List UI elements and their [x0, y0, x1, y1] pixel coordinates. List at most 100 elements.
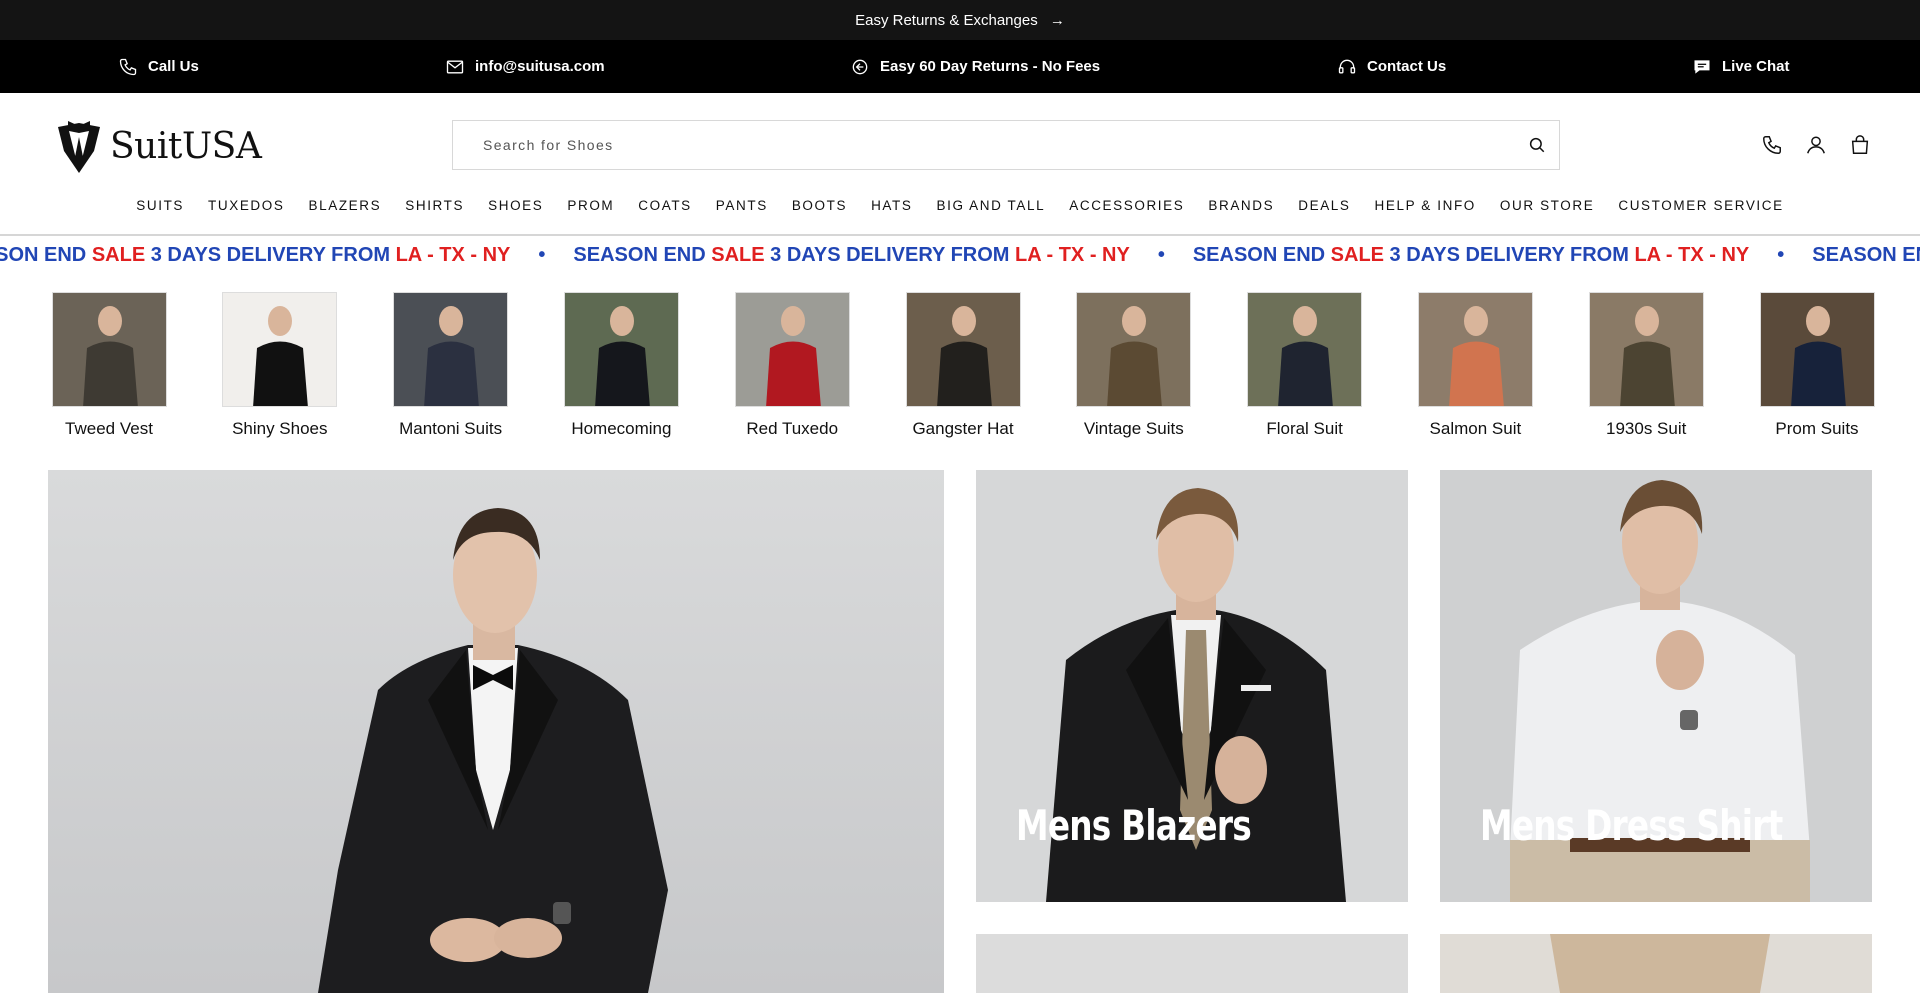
search-icon	[1529, 137, 1545, 153]
category-thumbnail	[905, 292, 1021, 407]
mens-blazers-title: Mens Blazers	[1016, 801, 1252, 850]
search-button[interactable]	[1515, 121, 1559, 169]
category-label: Tweed Vest	[65, 419, 153, 438]
nav-item-accessories[interactable]: ACCESSORIES	[1057, 196, 1196, 216]
lower-left-tile[interactable]	[976, 934, 1408, 993]
category-salmon-suit[interactable]: Salmon Suit	[1390, 292, 1560, 439]
category-prom-suits[interactable]: Prom Suits	[1732, 292, 1902, 439]
nav-item-prom[interactable]: PROM	[555, 196, 626, 216]
hero-tuxedo-tile[interactable]	[48, 470, 944, 993]
email-link[interactable]: info@suitusa.com	[445, 40, 605, 93]
contact-us-link[interactable]: Contact Us	[1337, 40, 1446, 93]
announcement-link[interactable]: Easy Returns & Exchanges →	[855, 12, 1065, 29]
marquee-separator: •	[538, 244, 546, 266]
category-label: Mantoni Suits	[399, 419, 503, 438]
lower-right-tile-image	[1440, 934, 1872, 993]
category-1930s-suit[interactable]: 1930s Suit	[1561, 292, 1731, 439]
headset-icon	[1338, 59, 1356, 73]
category-label: Vintage Suits	[1083, 419, 1184, 438]
nav-item-blazers[interactable]: BLAZERS	[297, 196, 394, 216]
category-label: Prom Suits	[1775, 419, 1859, 438]
nav-item-help-info[interactable]: HELP & INFO	[1363, 196, 1488, 216]
category-floral-suit[interactable]: Floral Suit	[1220, 292, 1390, 439]
category-thumbnail	[51, 292, 167, 407]
nav-item-suits[interactable]: SUITS	[124, 196, 196, 216]
marquee-text: SEASON END	[1812, 244, 1920, 266]
returns-link[interactable]: Easy 60 Day Returns - No Fees	[850, 40, 1100, 93]
promo-marquee: SEASON END SALE 3 DAYS DELIVERY FROM LA …	[0, 238, 1920, 274]
category-vintage-suits[interactable]: Vintage Suits	[1049, 292, 1219, 439]
category-label: Gangster Hat	[912, 419, 1014, 438]
announcement-bar: Easy Returns & Exchanges →	[0, 0, 1920, 40]
marquee-locations: LA - TX - NY	[1634, 244, 1750, 266]
nav-item-our-store[interactable]: OUR STORE	[1488, 196, 1606, 216]
cart-button[interactable]	[1848, 130, 1872, 160]
shopping-bag-icon	[1851, 135, 1869, 154]
chat-icon	[1694, 59, 1710, 74]
category-thumbnail	[222, 292, 338, 407]
category-tweed-vest[interactable]: Tweed Vest	[24, 292, 194, 439]
marquee-sale: SALE	[1330, 244, 1384, 266]
category-red-tuxedo[interactable]: Red Tuxedo	[707, 292, 877, 439]
nav-item-hats[interactable]: HATS	[859, 196, 924, 216]
nav-item-big-and-tall[interactable]: BIG AND TALL	[924, 196, 1057, 216]
search-input[interactable]	[453, 121, 1515, 169]
announcement-text: Easy Returns & Exchanges	[855, 11, 1038, 29]
nav-item-deals[interactable]: DEALS	[1286, 196, 1362, 216]
category-thumbnail	[563, 292, 679, 407]
search-bar	[452, 120, 1560, 170]
mens-dress-shirt-tile[interactable]: Mens Dress Shirt	[1440, 470, 1872, 902]
marquee-track: SEASON END SALE 3 DAYS DELIVERY FROM LA …	[0, 244, 1920, 267]
call-us-link[interactable]: Call Us	[118, 40, 199, 93]
nav-item-customer-service[interactable]: CUSTOMER SERVICE	[1606, 196, 1795, 216]
returns-label: Easy 60 Day Returns - No Fees	[880, 58, 1101, 75]
category-thumbnail	[1247, 292, 1363, 407]
header-actions	[1760, 130, 1872, 160]
category-label: Floral Suit	[1266, 419, 1343, 438]
marquee-text: SEASON END	[1192, 244, 1331, 266]
tuxedo-logo-icon	[58, 121, 100, 173]
marquee-segment: SEASON END SALE 3 DAYS DELIVERY FROM LA …	[1812, 244, 1920, 267]
mail-icon	[446, 60, 464, 73]
category-shiny-shoes[interactable]: Shiny Shoes	[195, 292, 365, 439]
nav-item-tuxedos[interactable]: TUXEDOS	[196, 196, 296, 216]
main-navigation: SUITS TUXEDOS BLAZERS SHIRTS SHOES PROM COATS P…	[0, 196, 1920, 236]
nav-item-brands[interactable]: BRANDS	[1196, 196, 1286, 216]
nav-item-shirts[interactable]: SHIRTS	[393, 196, 476, 216]
category-homecoming[interactable]: Homecoming	[536, 292, 706, 439]
marquee-text: 3 DAYS DELIVERY FROM	[764, 244, 1016, 266]
category-thumbnail	[1076, 292, 1192, 407]
marquee-text: 3 DAYS DELIVERY FROM	[145, 244, 396, 266]
mens-blazers-tile[interactable]: Mens Blazers	[976, 470, 1408, 902]
category-thumbnail	[1759, 292, 1875, 407]
phone-icon	[1763, 136, 1781, 154]
phone-icon	[119, 58, 137, 75]
category-thumbnail	[1417, 292, 1533, 407]
nav-item-pants[interactable]: PANTS	[704, 196, 780, 216]
category-thumbnail	[393, 292, 509, 407]
marquee-sale: SALE	[711, 244, 765, 266]
lower-left-tile-image	[976, 934, 1408, 993]
logo-text: SuitUSA	[110, 125, 262, 167]
marquee-segment: SEASON END SALE 3 DAYS DELIVERY FROM LA …	[1193, 244, 1812, 267]
marquee-text: 3 DAYS DELIVERY FROM	[1384, 244, 1635, 266]
site-logo[interactable]: SuitUSA	[54, 116, 262, 176]
nav-item-shoes[interactable]: SHOES	[476, 196, 555, 216]
phone-button[interactable]	[1760, 130, 1784, 160]
lower-right-tile[interactable]	[1440, 934, 1872, 993]
category-label: Red Tuxedo	[746, 419, 839, 438]
account-button[interactable]	[1804, 130, 1828, 160]
marquee-segment: SEASON END SALE 3 DAYS DELIVERY FROM LA …	[0, 244, 573, 267]
email-label: info@suitusa.com	[475, 58, 605, 75]
category-label: Salmon Suit	[1429, 419, 1522, 438]
contact-us-label: Contact Us	[1367, 58, 1447, 75]
marquee-text: SEASON END	[573, 244, 712, 266]
live-chat-link[interactable]: Live Chat	[1692, 40, 1790, 93]
category-label: Homecoming	[571, 419, 672, 438]
call-us-label: Call Us	[148, 58, 199, 75]
nav-item-coats[interactable]: COATS	[626, 196, 704, 216]
category-mantoni-suits[interactable]: Mantoni Suits	[366, 292, 536, 439]
category-thumbnail	[1588, 292, 1704, 407]
category-gangster-hat[interactable]: Gangster Hat	[878, 292, 1048, 439]
nav-item-boots[interactable]: BOOTS	[780, 196, 859, 216]
